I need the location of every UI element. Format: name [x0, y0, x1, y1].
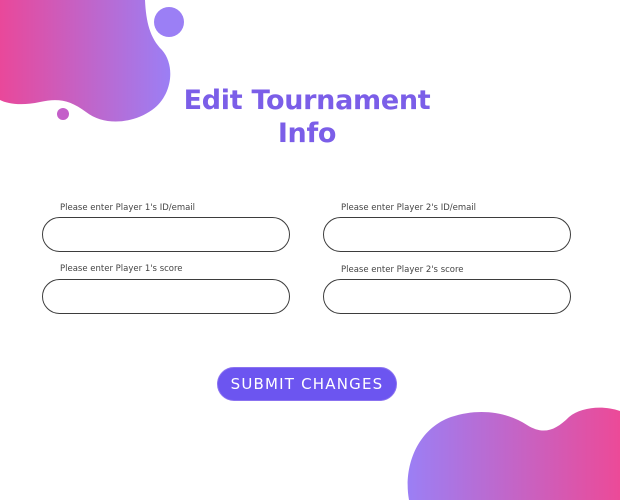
player2-score-input[interactable]: [323, 279, 571, 314]
player2-score-label: Please enter Player 2's score: [341, 265, 464, 275]
player2-id-input[interactable]: [323, 217, 571, 252]
player2-id-label: Please enter Player 2's ID/email: [341, 203, 477, 213]
player1-id-label: Please enter Player 1's ID/email: [60, 203, 196, 213]
player1-id-input[interactable]: [42, 217, 290, 252]
player1-score-input[interactable]: [42, 279, 290, 314]
submit-changes-button[interactable]: SUBMIT CHANGES: [217, 367, 397, 401]
decorative-blob-bottom-right: [407, 407, 620, 500]
page-title: Edit Tournament Info: [183, 85, 431, 149]
player1-score-label: Please enter Player 1's score: [60, 264, 183, 274]
